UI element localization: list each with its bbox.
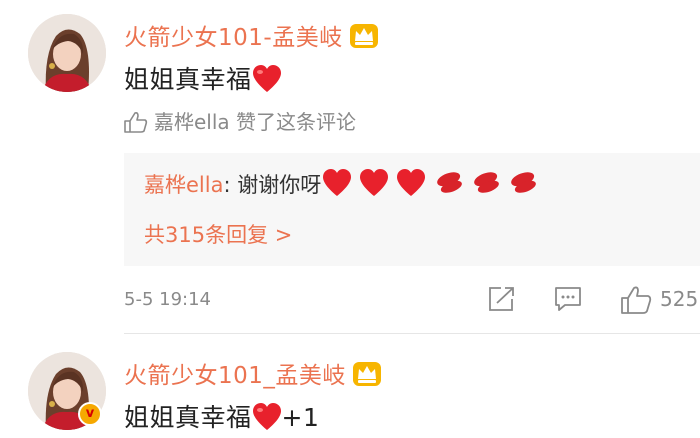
username-text[interactable]: 火箭少女101-孟美岐 xyxy=(124,25,343,51)
comment-icon xyxy=(555,287,581,311)
divider xyxy=(124,333,700,334)
like-button[interactable] xyxy=(620,285,652,319)
view-replies-link[interactable]: 共315条回复 > xyxy=(144,219,292,249)
username[interactable]: 火箭少女101-孟美岐 xyxy=(124,18,379,55)
reply-item: 嘉桦ella: 谢谢你呀 xyxy=(144,169,539,202)
like-count: 525 xyxy=(660,287,699,311)
comment-button[interactable] xyxy=(553,285,583,317)
comment-text: 姐姐真幸福 xyxy=(124,60,282,99)
verified-badge-icon: v xyxy=(78,402,102,426)
reply-text: 谢谢你呀 xyxy=(237,173,322,197)
reply-box[interactable]: 嘉桦ella: 谢谢你呀 共315条回复 > xyxy=(124,153,700,266)
kiss-emoji-icon xyxy=(435,172,539,200)
share-icon xyxy=(489,287,514,311)
reply-author[interactable]: 嘉桦ella xyxy=(144,173,223,197)
avatar[interactable] xyxy=(28,14,106,92)
heart-emoji-icon xyxy=(252,65,282,99)
timestamp: 5-5 19:14 xyxy=(124,289,211,310)
crown-badge-icon xyxy=(349,23,379,55)
heart-emoji-icon xyxy=(321,169,429,202)
username[interactable]: 火箭少女101_孟美岐 xyxy=(124,356,382,393)
username-text[interactable]: 火箭少女101_孟美岐 xyxy=(124,363,346,389)
comment-suffix: +1 xyxy=(281,403,320,432)
reply-separator: : xyxy=(223,173,238,197)
liked-by-line: 嘉桦ella 赞了这条评论 xyxy=(124,106,356,135)
comment-text: 姐姐真幸福 +1 xyxy=(124,398,319,437)
heart-emoji-icon xyxy=(252,403,282,437)
share-button[interactable] xyxy=(487,285,517,317)
thumb-up-icon xyxy=(124,112,148,133)
crown-badge-icon xyxy=(352,361,382,393)
thumb-up-icon xyxy=(621,286,652,314)
